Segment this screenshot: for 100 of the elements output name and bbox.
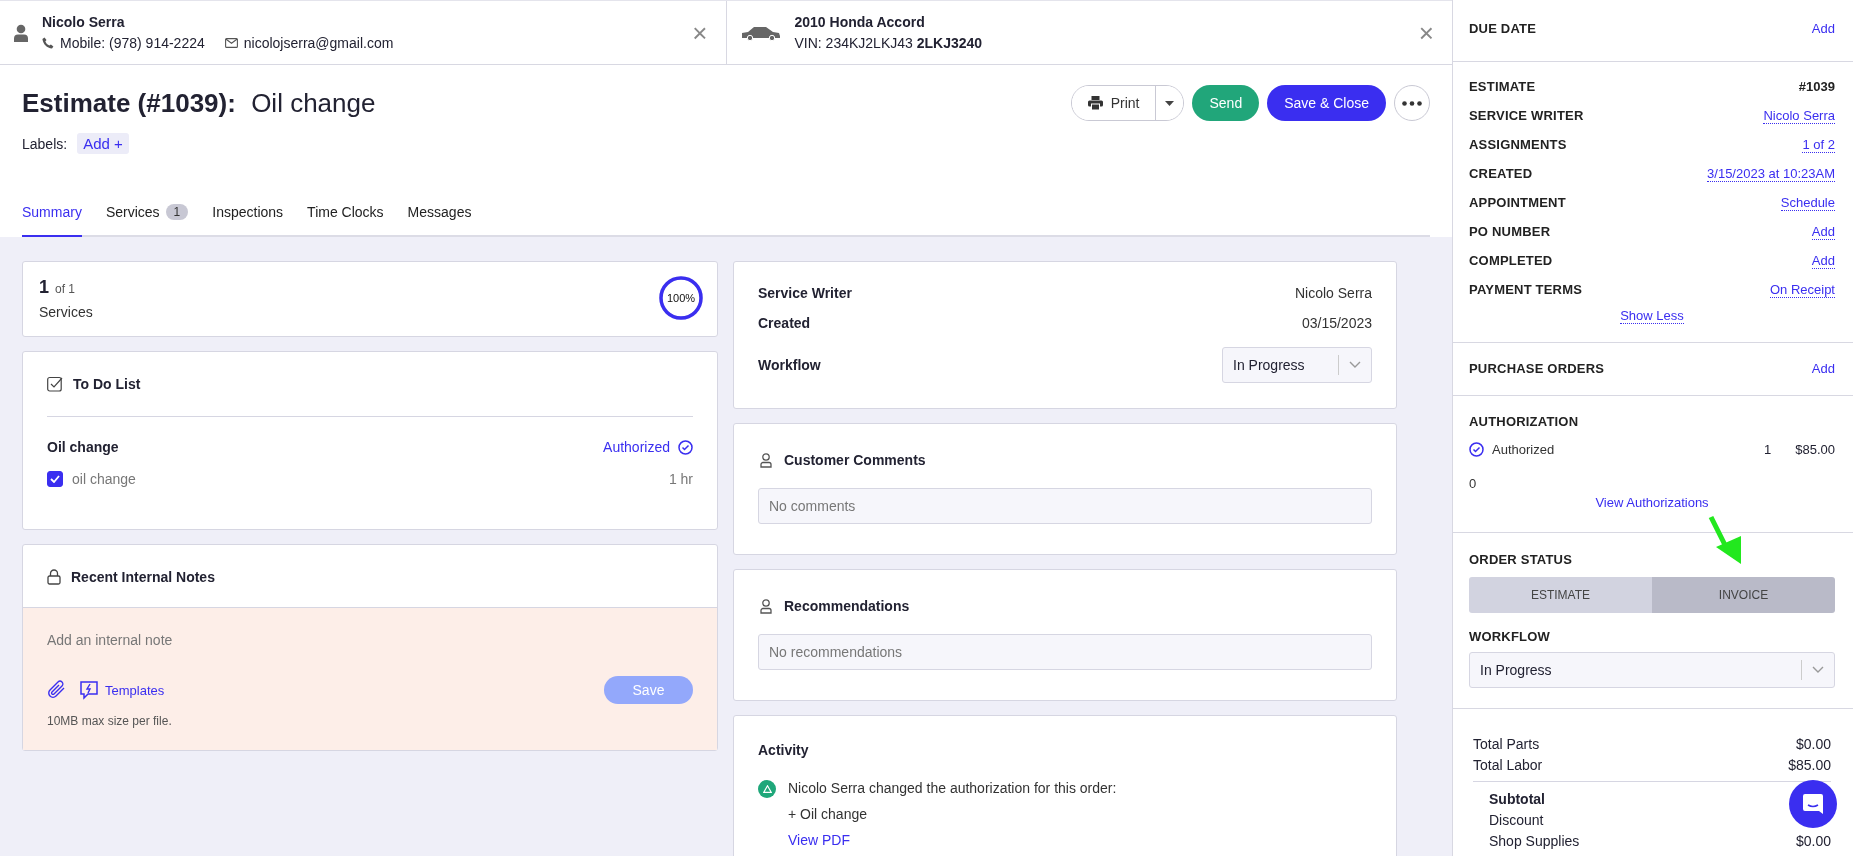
workflow-select[interactable]: In Progress: [1469, 652, 1835, 688]
paperclip-icon[interactable]: [47, 680, 67, 700]
more-icon: [1402, 100, 1422, 106]
labels-label: Labels:: [22, 135, 68, 152]
detail-link[interactable]: Schedule: [1780, 194, 1835, 211]
task-duration: 1 hr: [668, 471, 693, 487]
email-address: nicolojserra@gmail.com: [243, 35, 394, 51]
authorization-amount: $85.00: [1795, 442, 1835, 457]
authorized-status[interactable]: Authorized: [603, 439, 670, 455]
chevron-down-icon: [1349, 361, 1361, 369]
person-icon: [758, 598, 774, 614]
section-label: DUE DATE: [1469, 21, 1537, 36]
total-value: $0.00: [1795, 832, 1831, 849]
check-circle-icon: [678, 439, 693, 455]
printer-icon: [1087, 96, 1103, 110]
chevron-down-icon: [1812, 666, 1824, 674]
section-label: WORKFLOW: [1469, 629, 1552, 644]
detail-link[interactable]: Add: [1811, 252, 1835, 269]
phone-number: Mobile: (978) 914-2224: [60, 35, 205, 51]
vehicle-name: 2010 Honda Accord: [794, 14, 926, 30]
total-label: Shop Supplies: [1489, 832, 1580, 849]
show-less-link[interactable]: Show Less: [1620, 308, 1684, 324]
view-pdf-link[interactable]: View PDF: [788, 832, 1117, 848]
detail-link[interactable]: 1 of 2: [1802, 136, 1835, 153]
detail-link[interactable]: On Receipt: [1769, 281, 1835, 298]
detail-value: #1039: [1798, 79, 1835, 94]
close-button[interactable]: ×: [692, 19, 708, 46]
total-value: $0.00: [1795, 735, 1831, 752]
add-due-date-link[interactable]: Add: [1811, 21, 1835, 36]
detail-link[interactable]: 3/15/2023 at 10:23AM: [1707, 165, 1835, 182]
activity-detail: + Oil change: [788, 806, 868, 822]
total-label: Discount: [1489, 811, 1544, 828]
detail-label: CREATED: [1469, 166, 1533, 181]
total-value: $85.00: [1788, 756, 1831, 773]
person-icon: [14, 23, 28, 42]
task-label: oil change: [72, 471, 136, 487]
progress-percent: 100%: [666, 292, 696, 304]
templates-link[interactable]: Templates: [105, 682, 165, 698]
detail-label: PO NUMBER: [1469, 224, 1551, 239]
chat-button[interactable]: [1789, 780, 1837, 828]
file-size-hint: 10MB max size per file.: [47, 714, 173, 728]
card-title: Customer Comments: [784, 452, 926, 468]
tab[interactable]: Time Clocks: [307, 189, 384, 237]
add-purchase-order-link[interactable]: Add: [1811, 361, 1835, 376]
field-value: 03/15/2023: [1301, 315, 1372, 331]
field-label: Service Writer: [758, 285, 852, 301]
check-circle-icon: [1469, 442, 1484, 457]
tab[interactable]: Messages: [407, 189, 472, 237]
card-title: Recent Internal Notes: [71, 569, 215, 585]
total-label: Total Parts: [1473, 735, 1540, 752]
field-label: Workflow: [758, 357, 821, 373]
service-name: Oil change: [47, 439, 119, 455]
more-button[interactable]: [1394, 85, 1430, 121]
activity-text: Nicolo Serra changed the authorization for this order:: [788, 780, 1117, 796]
recommendations-field[interactable]: No recommendations: [758, 634, 1372, 670]
detail-label: SERVICE WRITER: [1469, 108, 1584, 123]
tab[interactable]: Services 1: [105, 189, 189, 237]
status-toggle[interactable]: ESTIMATE: [1469, 577, 1652, 613]
delta-icon: [758, 780, 776, 798]
view-authorizations-link[interactable]: View Authorizations: [1595, 495, 1709, 510]
detail-label: COMPLETED: [1469, 253, 1553, 268]
field-label: Created: [758, 315, 811, 331]
detail-label: ESTIMATE: [1469, 79, 1536, 94]
person-icon: [758, 452, 774, 468]
status-toggle[interactable]: INVOICE: [1652, 577, 1835, 613]
section-label: PURCHASE ORDERS: [1469, 361, 1605, 376]
chat-icon: [1802, 793, 1824, 815]
section-label: AUTHORIZATION: [1469, 414, 1580, 429]
checkbox[interactable]: [47, 471, 63, 487]
caret-icon: [1165, 100, 1175, 106]
phone-icon: [42, 37, 54, 49]
annotation-arrow: [1708, 515, 1744, 565]
field-value: Nicolo Serra: [1294, 285, 1372, 301]
card-title: To Do List: [73, 376, 141, 392]
card-title: Recommendations: [784, 598, 910, 614]
vin-number: VIN: 234KJ2LKJ43 2LKJ3240: [794, 35, 984, 51]
detail-label: APPOINTMENT: [1469, 195, 1566, 210]
add-label-button[interactable]: Add +: [77, 133, 129, 154]
print-options-button[interactable]: [1155, 86, 1184, 120]
detail-label: ASSIGNMENTS: [1469, 137, 1567, 152]
services-label: Services: [39, 303, 93, 320]
total-label: Total Labor: [1473, 756, 1543, 773]
comments-field[interactable]: No comments: [758, 488, 1372, 524]
total-label: Subtotal: [1489, 790, 1545, 807]
detail-link[interactable]: Add: [1811, 223, 1835, 240]
save-close-button[interactable]: Save & Close: [1267, 85, 1386, 121]
detail-link[interactable]: Nicolo Serra: [1763, 107, 1835, 124]
check-icon: [50, 475, 60, 483]
mail-icon: [224, 38, 238, 48]
customer-name: Nicolo Serra: [42, 14, 126, 30]
authorization-status: Authorized: [1492, 442, 1555, 457]
car-icon: [740, 24, 781, 41]
workflow-select[interactable]: In Progress: [1222, 347, 1372, 383]
estimate-title: Estimate (#1039): Oil change: [22, 87, 376, 119]
lock-icon: [47, 569, 61, 585]
checkbox-icon: [47, 376, 63, 392]
note-input-field[interactable]: Add an internal note: [47, 630, 693, 650]
close-button[interactable]: ×: [1418, 19, 1434, 46]
tab[interactable]: Inspections: [212, 189, 284, 237]
count-badge: 1: [165, 204, 189, 220]
